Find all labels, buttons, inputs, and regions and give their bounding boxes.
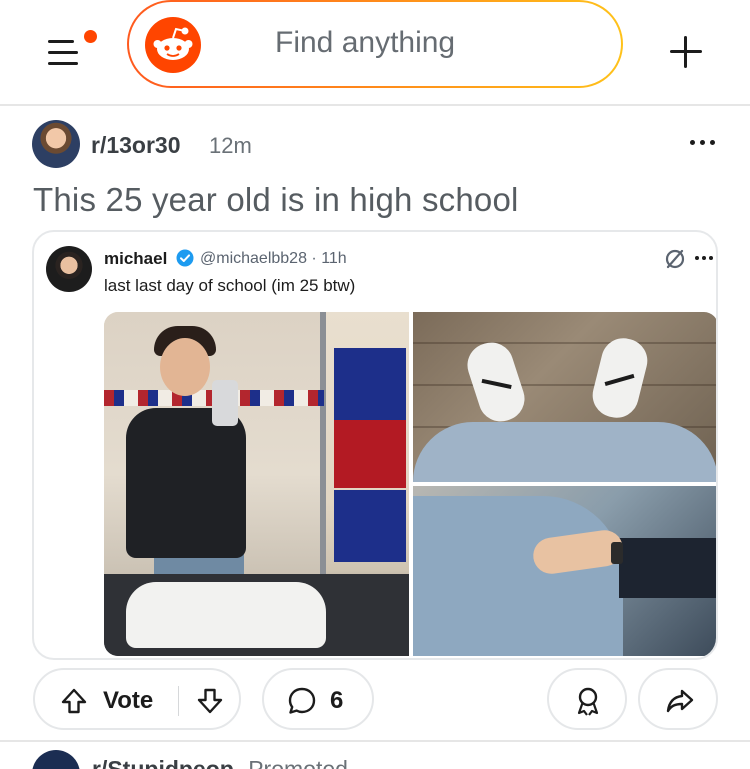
verified-badge-icon <box>176 249 194 267</box>
next-post-subreddit-name: r/Stupidpeop <box>92 756 234 769</box>
comments-button[interactable]: 6 <box>262 668 374 730</box>
menu-icon-line <box>48 40 74 43</box>
share-arrow-icon <box>666 689 694 713</box>
more-icon-dot <box>690 140 695 145</box>
award-icon <box>577 687 599 716</box>
plus-icon-stroke <box>684 36 687 68</box>
post-title[interactable]: This 25 year old is in high school <box>33 181 519 219</box>
next-post-label: Promoted <box>248 756 348 769</box>
menu-icon-line <box>48 51 78 54</box>
search-input[interactable]: Find anything <box>129 2 621 86</box>
tweet-photo-shoes[interactable] <box>413 312 716 482</box>
tweet-photo-lap[interactable] <box>413 486 716 656</box>
tweet-more-icon <box>695 256 715 262</box>
post-more-options-button[interactable] <box>688 132 718 152</box>
tweet-author-handle: @michaelbb28 · 11h <box>200 250 347 267</box>
menu-icon-line <box>48 62 78 65</box>
more-icon-dot <box>700 140 705 145</box>
share-button[interactable] <box>638 668 718 730</box>
tweet-media-grid <box>104 312 716 656</box>
next-post-peek: r/Stupidpeop Promoted <box>0 742 750 769</box>
top-bar: Find anything <box>0 0 750 106</box>
x-logo-icon <box>665 249 685 269</box>
tweet-author-avatar <box>46 246 92 292</box>
next-post-avatar <box>32 750 80 769</box>
notification-dot <box>84 30 97 43</box>
post-time: 12m <box>209 133 252 158</box>
subreddit-name[interactable]: r/13or30 <box>91 132 181 159</box>
reddit-logo-icon <box>145 17 201 73</box>
upvote-arrow-icon[interactable] <box>59 686 89 716</box>
comment-bubble-icon <box>288 687 316 714</box>
vote-label: Vote <box>103 687 154 714</box>
embedded-tweet[interactable]: michael @michaelbb28 · 11h last last day… <box>32 230 718 660</box>
vote-divider <box>178 686 179 716</box>
post-header: r/13or30 12m <box>32 120 732 168</box>
tweet-photo-mirror-selfie[interactable] <box>104 312 409 656</box>
search-bar[interactable]: Find anything <box>127 0 623 88</box>
search-placeholder: Find anything <box>275 26 456 59</box>
comment-count: 6 <box>330 687 344 714</box>
vote-control: Vote <box>33 668 241 730</box>
tweet-author-name: michael <box>104 249 168 268</box>
subreddit-avatar[interactable] <box>32 120 80 168</box>
post-action-bar: Vote 6 <box>0 668 750 732</box>
more-icon-dot <box>710 140 715 145</box>
downvote-arrow-icon[interactable] <box>195 686 225 716</box>
tweet-text: last last day of school (im 25 btw) <box>104 276 356 295</box>
next-post-subreddit: r/Stupidpeop Promoted <box>92 756 348 769</box>
create-post-button[interactable] <box>664 30 708 74</box>
award-button[interactable] <box>547 668 627 730</box>
menu-button[interactable] <box>40 28 102 74</box>
